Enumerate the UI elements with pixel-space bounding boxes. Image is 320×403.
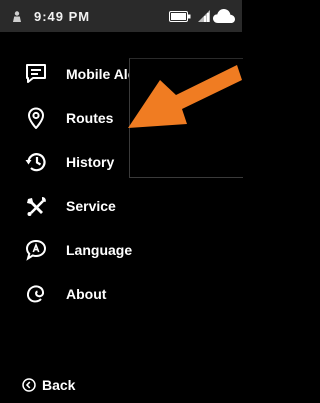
back-arrow-icon <box>22 378 36 392</box>
menu-item-language[interactable]: Language <box>0 230 242 270</box>
history-clock-icon <box>25 153 46 172</box>
battery-icon <box>169 11 191 22</box>
person-icon <box>13 11 21 22</box>
signal-icon <box>198 10 210 22</box>
menu-item-label: Service <box>66 198 116 214</box>
menu-item-about[interactable]: About <box>0 274 242 314</box>
location-pin-icon <box>27 107 45 129</box>
annotation-arrow-icon <box>128 65 242 128</box>
menu-item-label: Language <box>66 242 133 258</box>
menu-item-label: About <box>66 286 107 302</box>
message-alert-icon <box>26 64 46 83</box>
status-time: 9:49 PM <box>34 9 91 24</box>
status-bar: 9:49 PM <box>0 0 242 32</box>
menu-item-label: Routes <box>66 110 114 126</box>
about-logo-icon <box>26 285 45 303</box>
language-bubble-icon <box>25 239 47 261</box>
tools-icon <box>27 197 46 216</box>
menu-item-label: History <box>66 154 115 170</box>
cloud-icon <box>213 9 235 23</box>
menu-item-service[interactable]: Service <box>0 186 242 226</box>
back-label: Back <box>42 377 76 393</box>
